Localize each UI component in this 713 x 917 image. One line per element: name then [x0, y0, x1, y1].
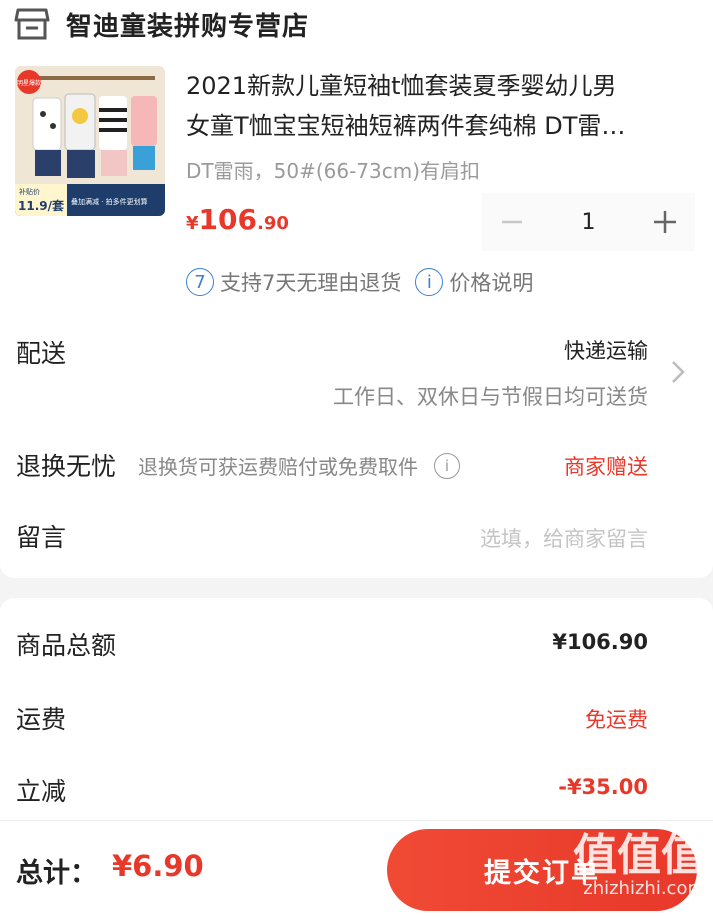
info-icon[interactable]: i — [434, 452, 460, 479]
product-title-line2: 女童T恤宝宝短袖短裤两件套纯棉 DT雷… — [186, 112, 626, 140]
product-title-line1: 2021新款儿童短袖t恤套装夏季婴幼儿男 — [186, 72, 617, 100]
watermark-text: 值值值 — [573, 830, 705, 881]
price-explanation-link[interactable]: 价格说明 — [449, 267, 533, 297]
message-label: 留言 — [16, 523, 67, 552]
decrease-button[interactable] — [482, 193, 542, 251]
plus-icon — [654, 211, 676, 233]
watermark-url: zhizhizhi.com — [583, 878, 705, 899]
thumb-banner: 叠加满减 · 拍多件更划算 — [71, 197, 148, 206]
discount-label: 立减 — [16, 777, 67, 806]
return-policy-text[interactable]: 支持7天无理由退货 — [220, 267, 401, 297]
goods-total-label: 商品总额 — [16, 631, 117, 660]
exchange-gift: 商家赠送 — [564, 455, 648, 479]
thumb-price: 11.9/套 — [18, 198, 65, 213]
shipping-label: 运费 — [16, 705, 67, 734]
exchange-label: 退换无忧 — [16, 452, 117, 481]
price-decimal: .90 — [256, 213, 289, 234]
price-integer: 106 — [198, 203, 257, 236]
shop-icon — [14, 8, 50, 40]
product-spec[interactable]: DT雷雨，50#(66-73cm)有肩扣 — [186, 155, 480, 184]
product-title[interactable]: 2021新款儿童短袖t恤套装夏季婴幼儿男 女童T恤宝宝短袖短裤两件套纯棉 DT雷… — [186, 66, 698, 146]
exchange-desc-row: 退换货可获运费赔付或免费取件 i — [138, 451, 460, 480]
thumb-tag: 明星爆款 — [17, 79, 41, 87]
delivery-label: 配送 — [16, 339, 67, 368]
order-confirm-page: 智迪童装拼购专营店 明星爆款 补贴价 11.9/套 叠加满减 · 拍多件更划算 … — [0, 0, 713, 917]
clothes-group — [32, 93, 157, 178]
quantity-stepper: 1 — [482, 193, 695, 251]
discount-value: -¥35.00 — [558, 775, 648, 799]
shop-header[interactable]: 智迪童装拼购专营店 — [14, 2, 309, 46]
bottom-bar: 总计： ¥6.90 提交订单 值值值 zhizhizhi.com — [0, 820, 713, 917]
message-input[interactable]: 选填，给商家留言 — [480, 523, 648, 553]
chevron-right-icon[interactable] — [668, 358, 688, 386]
shipping-value: 免运费 — [585, 708, 648, 732]
total-label: 总计： — [16, 858, 97, 889]
order-item-card: 智迪童装拼购专营店 明星爆款 补贴价 11.9/套 叠加满减 · 拍多件更划算 … — [0, 0, 713, 578]
goods-total-value: ¥106.90 — [552, 630, 648, 654]
quantity-value[interactable]: 1 — [542, 210, 635, 235]
increase-button[interactable] — [635, 193, 695, 251]
exchange-desc: 退换货可获运费赔付或免费取件 — [138, 455, 418, 479]
seven-day-return-icon: 7 — [186, 268, 214, 296]
watermark-logo: 值值值 zhizhizhi.com — [573, 833, 705, 899]
total-value: ¥6.90 — [112, 849, 204, 883]
thumb-badge: 补贴价 — [19, 187, 40, 196]
summary-card: 商品总额 ¥106.90 运费 免运费 立减 -¥35.00 — [0, 598, 713, 838]
price-currency: ¥ — [186, 213, 199, 234]
info-icon: i — [415, 268, 444, 296]
shop-name: 智迪童装拼购专营店 — [66, 11, 310, 42]
product-thumbnail[interactable]: 明星爆款 补贴价 11.9/套 叠加满减 · 拍多件更划算 — [15, 66, 165, 216]
policy-row: 7 支持7天无理由退货 i 价格说明 — [186, 267, 533, 297]
minus-icon — [502, 220, 522, 224]
delivery-note: 工作日、双休日与节假日均可送货 — [333, 385, 648, 409]
product-price: ¥106.90 — [186, 203, 289, 236]
delivery-method[interactable]: 快递运输 — [564, 335, 648, 365]
